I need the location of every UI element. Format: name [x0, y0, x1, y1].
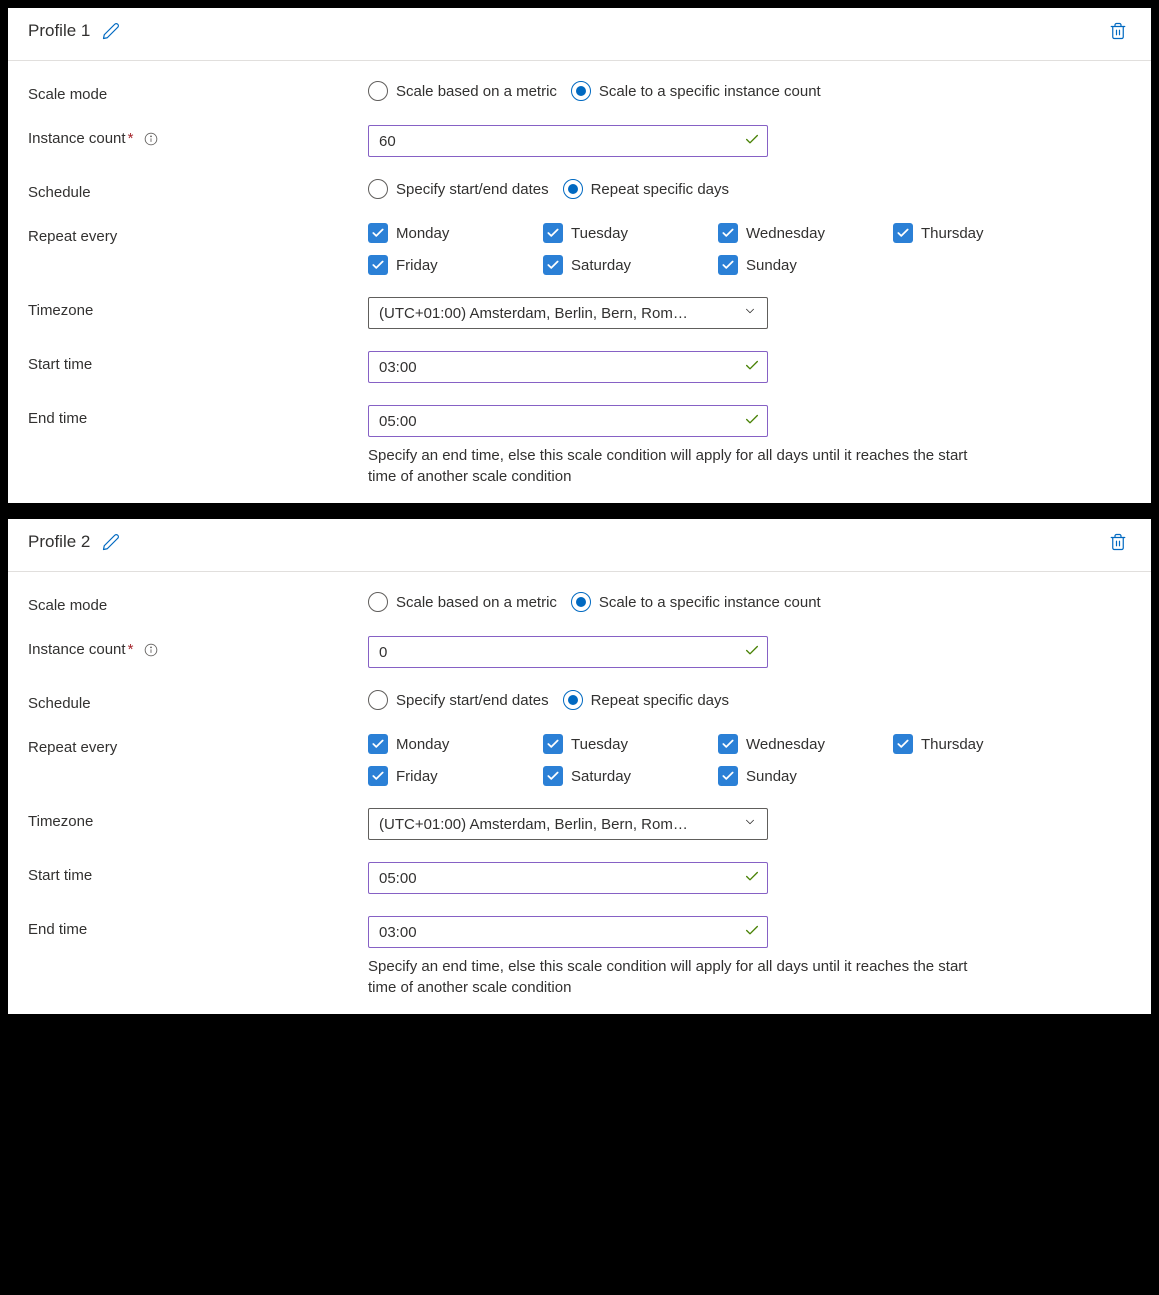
- end-time-label: End time: [28, 916, 368, 938]
- schedule-dates-radio[interactable]: Specify start/end dates: [368, 690, 549, 710]
- schedule-label: Schedule: [28, 690, 368, 712]
- day-label: Friday: [396, 768, 438, 785]
- day-tuesday-checkbox[interactable]: Tuesday: [543, 223, 718, 243]
- day-wednesday-checkbox[interactable]: Wednesday: [718, 734, 893, 754]
- timezone-label: Timezone: [28, 808, 368, 830]
- end-time-input[interactable]: [368, 405, 768, 437]
- required-marker: *: [128, 641, 134, 658]
- edit-icon[interactable]: [98, 18, 124, 44]
- required-marker: *: [128, 130, 134, 147]
- card-header: Profile 1: [8, 8, 1151, 61]
- day-label: Monday: [396, 736, 449, 753]
- schedule-label: Schedule: [28, 179, 368, 201]
- day-label: Thursday: [921, 225, 984, 242]
- delete-icon[interactable]: [1105, 18, 1131, 44]
- info-icon[interactable]: [144, 132, 158, 146]
- delete-icon[interactable]: [1105, 529, 1131, 555]
- end-time-help-text: Specify an end time, else this scale con…: [368, 956, 968, 998]
- scale-mode-metric-radio[interactable]: Scale based on a metric: [368, 81, 557, 101]
- scale-mode-label: Scale mode: [28, 81, 368, 103]
- day-friday-checkbox[interactable]: Friday: [368, 766, 543, 786]
- card-header: Profile 2: [8, 519, 1151, 572]
- radio-label: Scale based on a metric: [396, 83, 557, 100]
- chevron-down-icon: [743, 815, 757, 833]
- day-label: Tuesday: [571, 736, 628, 753]
- day-saturday-checkbox[interactable]: Saturday: [543, 766, 718, 786]
- day-label: Sunday: [746, 257, 797, 274]
- chevron-down-icon: [743, 304, 757, 322]
- edit-icon[interactable]: [98, 529, 124, 555]
- timezone-label: Timezone: [28, 297, 368, 319]
- day-monday-checkbox[interactable]: Monday: [368, 223, 543, 243]
- day-label: Saturday: [571, 257, 631, 274]
- day-sunday-checkbox[interactable]: Sunday: [718, 255, 893, 275]
- instance-count-input[interactable]: [368, 636, 768, 668]
- timezone-value: (UTC+01:00) Amsterdam, Berlin, Bern, Rom…: [379, 816, 688, 833]
- instance-count-label: Instance count: [28, 641, 126, 658]
- end-time-help-text: Specify an end time, else this scale con…: [368, 445, 968, 487]
- day-label: Tuesday: [571, 225, 628, 242]
- start-time-input[interactable]: [368, 862, 768, 894]
- radio-label: Repeat specific days: [591, 692, 729, 709]
- scale-mode-fixed-radio[interactable]: Scale to a specific instance count: [571, 592, 821, 612]
- schedule-dates-radio[interactable]: Specify start/end dates: [368, 179, 549, 199]
- day-thursday-checkbox[interactable]: Thursday: [893, 223, 1023, 243]
- scale-mode-label: Scale mode: [28, 592, 368, 614]
- instance-count-input[interactable]: [368, 125, 768, 157]
- day-label: Saturday: [571, 768, 631, 785]
- day-label: Wednesday: [746, 736, 825, 753]
- start-time-label: Start time: [28, 862, 368, 884]
- scale-mode-fixed-radio[interactable]: Scale to a specific instance count: [571, 81, 821, 101]
- radio-label: Scale to a specific instance count: [599, 594, 821, 611]
- repeat-every-label: Repeat every: [28, 223, 368, 245]
- day-label: Sunday: [746, 768, 797, 785]
- end-time-input[interactable]: [368, 916, 768, 948]
- timezone-select[interactable]: (UTC+01:00) Amsterdam, Berlin, Bern, Rom…: [368, 808, 768, 840]
- start-time-input[interactable]: [368, 351, 768, 383]
- timezone-value: (UTC+01:00) Amsterdam, Berlin, Bern, Rom…: [379, 305, 688, 322]
- end-time-label: End time: [28, 405, 368, 427]
- profile-card-2: Profile 2 Scale mode Scale based on a me…: [0, 511, 1159, 1022]
- radio-label: Scale to a specific instance count: [599, 83, 821, 100]
- radio-label: Specify start/end dates: [396, 692, 549, 709]
- start-time-label: Start time: [28, 351, 368, 373]
- day-sunday-checkbox[interactable]: Sunday: [718, 766, 893, 786]
- radio-label: Specify start/end dates: [396, 181, 549, 198]
- radio-label: Scale based on a metric: [396, 594, 557, 611]
- day-label: Friday: [396, 257, 438, 274]
- scale-mode-metric-radio[interactable]: Scale based on a metric: [368, 592, 557, 612]
- day-label: Wednesday: [746, 225, 825, 242]
- day-tuesday-checkbox[interactable]: Tuesday: [543, 734, 718, 754]
- day-monday-checkbox[interactable]: Monday: [368, 734, 543, 754]
- timezone-select[interactable]: (UTC+01:00) Amsterdam, Berlin, Bern, Rom…: [368, 297, 768, 329]
- day-label: Monday: [396, 225, 449, 242]
- day-label: Thursday: [921, 736, 984, 753]
- day-wednesday-checkbox[interactable]: Wednesday: [718, 223, 893, 243]
- schedule-repeat-radio[interactable]: Repeat specific days: [563, 690, 729, 710]
- instance-count-label: Instance count: [28, 130, 126, 147]
- profile-title: Profile 2: [28, 532, 90, 552]
- schedule-repeat-radio[interactable]: Repeat specific days: [563, 179, 729, 199]
- day-friday-checkbox[interactable]: Friday: [368, 255, 543, 275]
- repeat-every-label: Repeat every: [28, 734, 368, 756]
- day-thursday-checkbox[interactable]: Thursday: [893, 734, 1023, 754]
- info-icon[interactable]: [144, 643, 158, 657]
- profile-card-1: Profile 1 Scale mode Scale based on a me…: [0, 0, 1159, 511]
- radio-label: Repeat specific days: [591, 181, 729, 198]
- day-saturday-checkbox[interactable]: Saturday: [543, 255, 718, 275]
- profile-title: Profile 1: [28, 21, 90, 41]
